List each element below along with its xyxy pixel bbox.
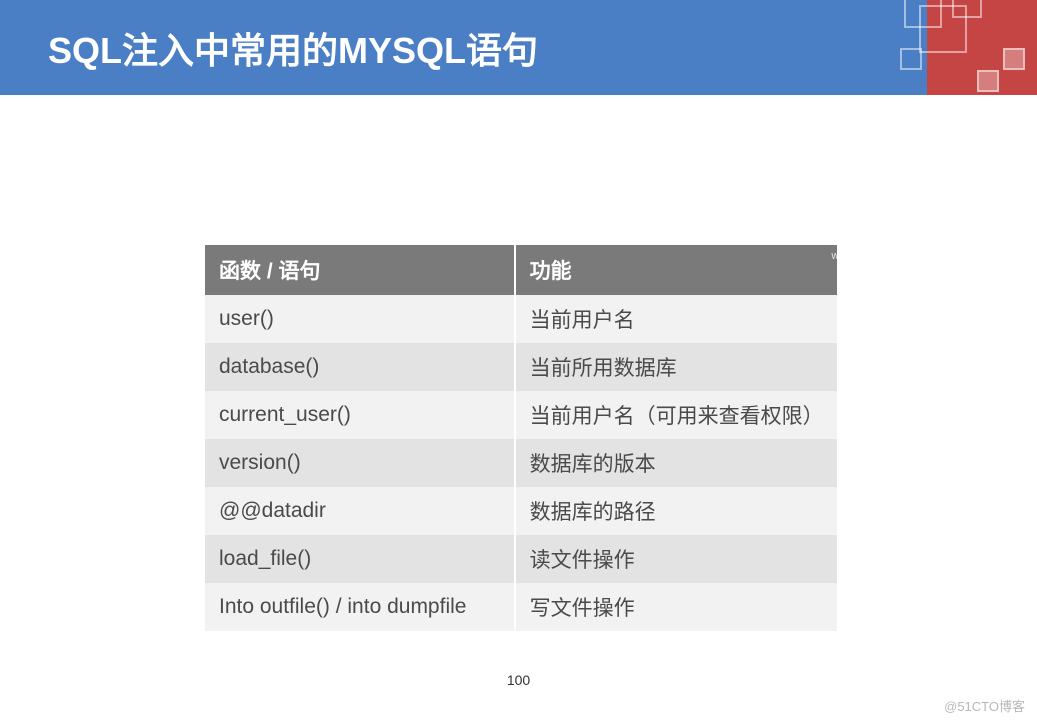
table-row: current_user() 当前用户名（可用来查看权限）: [205, 391, 837, 439]
cell-function: database(): [205, 343, 515, 391]
cell-function: current_user(): [205, 391, 515, 439]
slide-content: www.aqniukt.com 函数 / 语句 功能 user() 当前用户名 …: [0, 95, 1037, 631]
cell-description: 当前用户名（可用来查看权限）: [515, 391, 837, 439]
mysql-functions-table: 函数 / 语句 功能 user() 当前用户名 database() 当前所用数…: [205, 245, 837, 631]
page-title: SQL注入中常用的MYSQL语句: [48, 22, 538, 74]
table-row: @@datadir 数据库的路径: [205, 487, 837, 535]
square-icon: [900, 48, 922, 70]
watermark-text: www.aqniukt.com: [831, 250, 917, 262]
cell-description: 写文件操作: [515, 583, 837, 631]
table-row: Into outfile() / into dumpfile 写文件操作: [205, 583, 837, 631]
page-number: 100: [507, 672, 530, 688]
cell-function: load_file(): [205, 535, 515, 583]
column-header-function: 函数 / 语句: [205, 245, 515, 295]
square-icon: [977, 70, 999, 92]
footer-watermark: @51CTO博客: [944, 696, 1025, 715]
square-icon: [1003, 48, 1025, 70]
cell-function: Into outfile() / into dumpfile: [205, 583, 515, 631]
cell-description: 读文件操作: [515, 535, 837, 583]
cell-function: user(): [205, 295, 515, 343]
table-row: load_file() 读文件操作: [205, 535, 837, 583]
column-header-description: 功能: [515, 245, 837, 295]
cell-function: version(): [205, 439, 515, 487]
table-header-row: 函数 / 语句 功能: [205, 245, 837, 295]
square-icon: [952, 0, 982, 18]
cell-description: 当前所用数据库: [515, 343, 837, 391]
header-decoration: [817, 0, 1037, 95]
slide-header: SQL注入中常用的MYSQL语句: [0, 0, 1037, 95]
table-row: user() 当前用户名: [205, 295, 837, 343]
cell-function: @@datadir: [205, 487, 515, 535]
cell-description: 数据库的版本: [515, 439, 837, 487]
table-row: version() 数据库的版本: [205, 439, 837, 487]
cell-description: 当前用户名: [515, 295, 837, 343]
table-row: database() 当前所用数据库: [205, 343, 837, 391]
cell-description: 数据库的路径: [515, 487, 837, 535]
